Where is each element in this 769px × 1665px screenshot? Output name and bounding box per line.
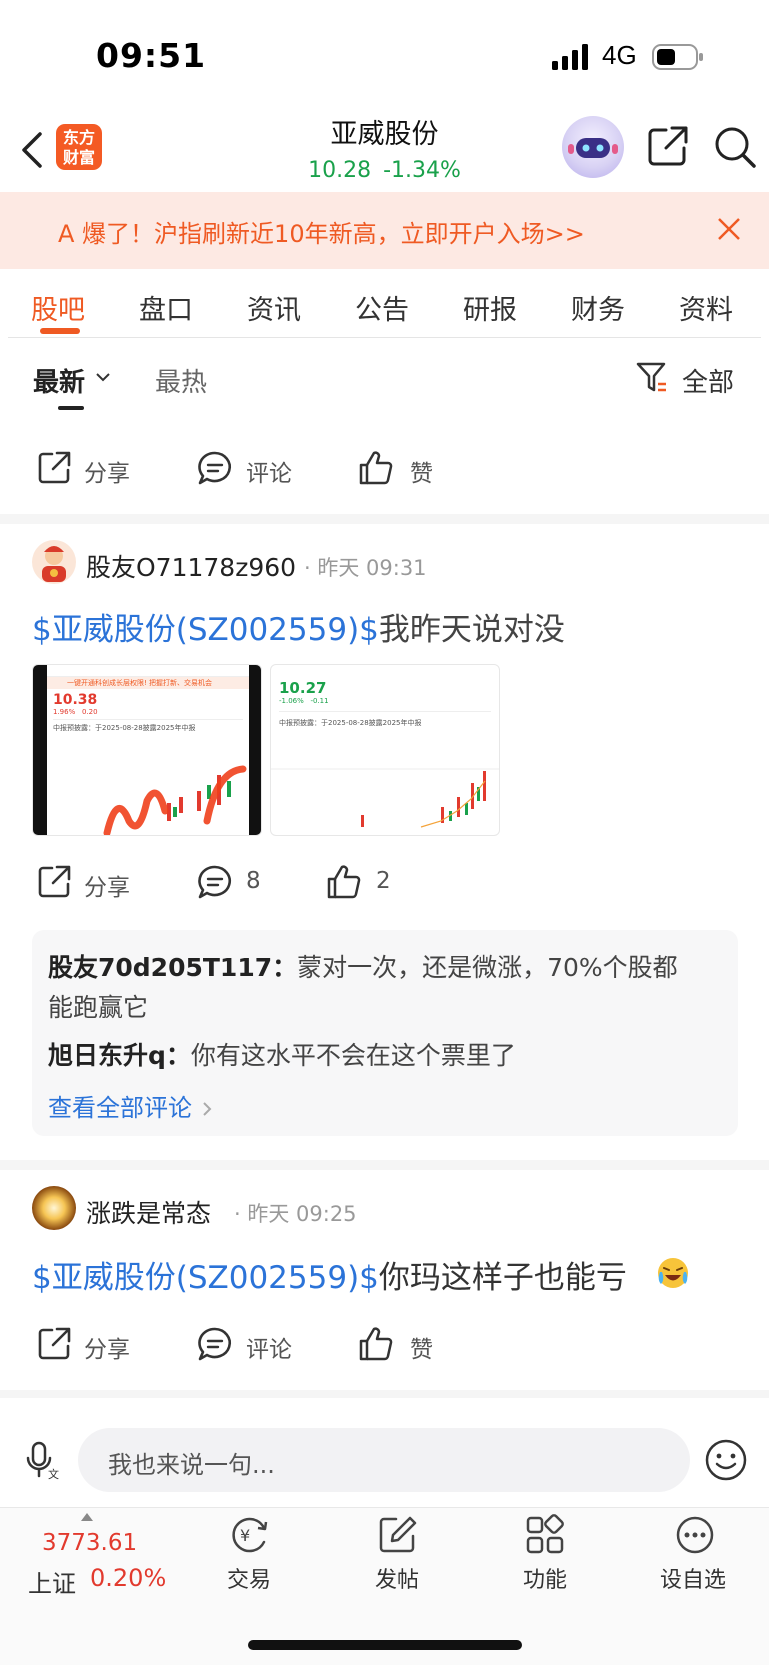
like-label[interactable]: 赞 xyxy=(410,1330,433,1364)
stock-change: -1.34% xyxy=(383,158,461,183)
comment-item[interactable]: 股友70d205T117：蒙对一次，还是微涨，70%个股都 xyxy=(48,948,678,984)
comment-count[interactable]: 8 xyxy=(246,868,261,894)
svg-text:文: 文 xyxy=(48,1467,59,1480)
share-icon[interactable] xyxy=(646,124,690,168)
sort-indicator xyxy=(58,406,84,410)
search-icon[interactable] xyxy=(712,124,758,170)
sort-hot[interactable]: 最热 xyxy=(155,362,207,399)
section-separator xyxy=(0,514,769,524)
stock-price: 10.28 xyxy=(308,158,372,183)
comment-user[interactable]: 旭日东升q： xyxy=(48,1041,191,1070)
robot-assistant-icon[interactable] xyxy=(562,116,624,178)
stock-tag-link[interactable]: $亚威股份(SZ002559)$ xyxy=(32,612,379,648)
avatar[interactable] xyxy=(32,540,76,584)
tab-functions[interactable]: 功能 xyxy=(523,1562,567,1594)
comment-item-continued: 能跑赢它 xyxy=(48,993,149,1022)
stock-tag-link[interactable]: $亚威股份(SZ002559)$ xyxy=(32,1260,379,1296)
comment-label[interactable]: 评论 xyxy=(246,454,292,488)
post-body: 我昨天说对没 xyxy=(378,612,565,648)
emoji-icon[interactable] xyxy=(704,1438,748,1482)
post-image-1[interactable]: 一键开通科创成长层权限! 把握打新、交易机会 10.38 1.96% 0.20 … xyxy=(32,664,262,836)
sort-latest[interactable]: 最新 xyxy=(33,362,85,399)
tab-research[interactable]: 研报 xyxy=(463,288,517,327)
more-icon[interactable] xyxy=(674,1514,716,1556)
index-change[interactable]: 0.20% xyxy=(90,1564,166,1592)
tab-add-watchlist[interactable]: 设自选 xyxy=(660,1562,726,1594)
tab-news[interactable]: 资讯 xyxy=(247,288,301,327)
share-icon[interactable] xyxy=(36,1326,72,1362)
filter-icon[interactable] xyxy=(636,360,668,394)
like-count[interactable]: 2 xyxy=(376,868,391,894)
comment-icon[interactable] xyxy=(197,864,233,900)
home-indicator[interactable] xyxy=(248,1640,522,1650)
post-content[interactable]: $亚威股份(SZ002559)$你玛这样子也能亏 xyxy=(32,1252,627,1297)
active-tab-indicator xyxy=(40,328,80,334)
section-separator xyxy=(0,1160,769,1170)
share-label[interactable]: 分享 xyxy=(84,868,130,902)
share-label[interactable]: 分享 xyxy=(84,1330,130,1364)
comment-label[interactable]: 评论 xyxy=(246,1330,292,1364)
avatar[interactable] xyxy=(32,1186,76,1230)
voice-input-icon[interactable]: 文 xyxy=(24,1440,62,1480)
section-separator xyxy=(0,1390,769,1398)
tab-finance[interactable]: 财务 xyxy=(571,288,625,327)
trade-icon[interactable]: ¥ xyxy=(228,1514,270,1556)
post-username[interactable]: 股友O71178z960 xyxy=(86,548,296,584)
filter-label[interactable]: 全部 xyxy=(682,362,734,399)
post-time: · 昨天 09:25 xyxy=(234,1202,357,1226)
comment-icon[interactable] xyxy=(197,450,233,486)
see-all-comments-link[interactable]: 查看全部评论 xyxy=(48,1088,214,1123)
status-time: 09:51 xyxy=(96,36,207,75)
index-name[interactable]: 上证 xyxy=(28,1564,76,1599)
battery-icon xyxy=(652,44,703,70)
comment-icon[interactable] xyxy=(197,1326,233,1362)
promo-banner-text[interactable]: A 爆了！沪指刷新近10年新高，立即开户入场>> xyxy=(58,214,585,249)
tab-profile[interactable]: 资料 xyxy=(679,288,733,327)
comment-input-placeholder[interactable]: 我也来说一句... xyxy=(108,1445,275,1480)
signal-icon xyxy=(552,44,588,70)
tab-announcement[interactable]: 公告 xyxy=(355,288,409,327)
post-image-2[interactable]: 10.27 -1.06% -0.11 中报预披露：于2025-08-28披露20… xyxy=(270,664,500,836)
divider xyxy=(8,337,761,338)
share-label[interactable]: 分享 xyxy=(84,454,130,488)
thumb-price: 10.27 xyxy=(279,679,327,697)
compose-post-icon[interactable] xyxy=(376,1514,418,1556)
share-icon[interactable] xyxy=(36,864,72,900)
close-icon[interactable] xyxy=(716,216,742,242)
post-content[interactable]: $亚威股份(SZ002559)$我昨天说对没 xyxy=(32,604,565,649)
tab-guba[interactable]: 股吧 xyxy=(31,288,85,327)
tab-pankou[interactable]: 盘口 xyxy=(139,288,193,327)
comment-user[interactable]: 股友70d205T117： xyxy=(48,953,297,982)
tab-trade[interactable]: 交易 xyxy=(227,1562,271,1594)
expand-arrow-icon[interactable] xyxy=(80,1512,94,1522)
comment-item[interactable]: 旭日东升q：你有这水平不会在这个票里了 xyxy=(48,1036,516,1072)
thumb-price: 10.38 xyxy=(53,692,98,708)
post-username[interactable]: 涨跌是常态 xyxy=(86,1194,211,1230)
post-body: 你玛这样子也能亏 xyxy=(378,1260,627,1296)
index-value[interactable]: 3773.61 xyxy=(42,1530,137,1556)
like-icon[interactable] xyxy=(358,1326,394,1362)
tab-post[interactable]: 发帖 xyxy=(375,1562,419,1594)
like-label[interactable]: 赞 xyxy=(410,454,433,488)
chevron-down-icon[interactable] xyxy=(95,370,111,384)
like-icon[interactable] xyxy=(358,450,394,486)
laughing-crying-emoji-icon xyxy=(658,1258,688,1288)
network-label: 4G xyxy=(602,40,637,70)
functions-icon[interactable] xyxy=(524,1514,566,1556)
share-icon[interactable] xyxy=(36,450,72,486)
chevron-right-icon xyxy=(203,1102,212,1116)
like-icon[interactable] xyxy=(326,864,362,900)
svg-text:¥: ¥ xyxy=(240,1526,250,1545)
post-time: · 昨天 09:31 xyxy=(304,556,427,580)
